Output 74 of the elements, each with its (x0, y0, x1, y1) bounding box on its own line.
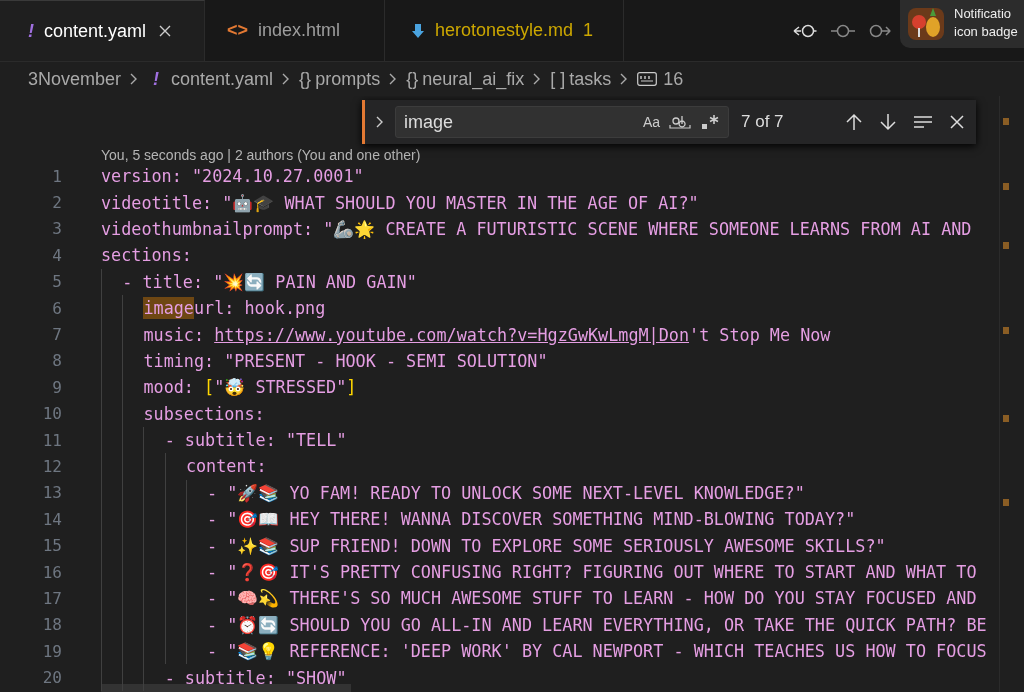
breadcrumb-icon: [ ] (550, 68, 566, 90)
download-icon (411, 22, 425, 39)
code-text: [ (204, 376, 215, 399)
whole-word-icon[interactable] (668, 113, 692, 131)
code-text: sections: (101, 244, 192, 267)
line-number: 4 (51, 245, 62, 265)
search-match: image (143, 297, 194, 320)
code-text: - "📚💡 REFERENCE: 'DEEP WORK' BY CAL NEWPORT - WHICH TEACHES US HOW TO FOCUS (207, 640, 987, 663)
breadcrumb-item[interactable]: tasks (569, 68, 612, 90)
line-number: 1 (51, 166, 62, 186)
search-field[interactable]: image Aa (395, 106, 729, 138)
code-text: - "🚀📚 YO FAM! READY TO UNLOCK SOME NEXT-LEVEL KNOWLEDGE?" (207, 481, 805, 504)
line-number: 7 (51, 325, 62, 345)
line-number: 3 (51, 219, 62, 239)
notification-text: icon badge (954, 23, 1018, 41)
notification-text: Notificatio (954, 5, 1013, 23)
arrow-down-icon[interactable] (878, 112, 898, 132)
blame-annotation[interactable]: You, 5 seconds ago | 2 authors (You and one other) (101, 147, 421, 163)
scrollbar-thumb[interactable] (101, 684, 351, 692)
code-text: timing: "PRESENT - HOOK - SEMI SOLUTION" (143, 349, 548, 372)
breadcrumb-icon: ! (153, 68, 160, 90)
close-icon[interactable] (948, 113, 966, 131)
code-text: subsections: (143, 402, 265, 425)
line-number: 20 (41, 668, 62, 688)
code-text: url: hook.png (193, 297, 326, 320)
line-number: 13 (41, 483, 62, 503)
code-text: music: (143, 323, 206, 346)
code-text: - "❓🎯 IT'S PRETTY CONFUSING RIGHT? FIGURING OUT WHERE TO START AND WHAT TO (207, 561, 977, 584)
code-text: - "🎯📖 HEY THERE! WANNA DISCOVER SOMETHING MIND-BLOWING TODAY?" (207, 508, 856, 531)
match-case-toggle[interactable]: Aa (642, 114, 660, 130)
arrow-up-icon[interactable] (844, 112, 864, 132)
line-number: 16 (41, 562, 62, 582)
breadcrumb-icon: {} (406, 68, 419, 90)
editor-tab[interactable]: ! content.yaml (0, 0, 205, 61)
code-text: 't Stop Me Now (689, 323, 831, 346)
code-text: ] (346, 376, 357, 399)
line-number: 17 (41, 588, 62, 608)
line-number: 19 (41, 641, 62, 661)
link[interactable]: https://www.youtube.com/watch?v=HgzGwKwLmgM|Don (214, 323, 690, 346)
line-number: 12 (41, 457, 62, 476)
breadcrumb-item[interactable]: neural_ai_fix (422, 68, 525, 90)
code-text: mood: (143, 376, 195, 399)
breadcrumb-item[interactable]: 3November (28, 68, 122, 90)
code-text: - "🧠💫 THERE'S SO MUCH AWESOME STUFF TO LEARN - HOW DO YOU STAY FOCUSED AND (207, 587, 977, 610)
line-number: 14 (41, 509, 62, 529)
line-number: 9 (51, 377, 62, 397)
line-number: 5 (51, 272, 62, 292)
line-number: 18 (41, 615, 62, 635)
code-text: - subtitle: "SHOW" (164, 666, 347, 689)
line-number: 6 (51, 298, 62, 318)
code-text: "🤯 STRESSED" (214, 376, 347, 399)
match-count: 7 of 7 (741, 112, 784, 132)
line-number: 2 (51, 193, 62, 213)
line-number: 8 (51, 351, 62, 371)
breadcrumb-item[interactable]: content.yaml (171, 68, 274, 90)
line-number: 11 (41, 430, 62, 450)
breadcrumb-icon: {} (299, 68, 312, 90)
code-text: - title: "💥🔄 PAIN AND GAIN" (122, 270, 417, 293)
line-number: 10 (41, 404, 62, 424)
code-text: version: "2024.10.27.0001" (101, 165, 364, 188)
text-field-icon (637, 72, 658, 86)
editor-tab[interactable]: <> index.html (205, 0, 385, 61)
editor-tab[interactable]: herotonestyle.md 1 (385, 0, 625, 61)
breadcrumb-item[interactable]: 16 (663, 68, 684, 90)
code-text: videotitle: "🤖🎓 WHAT SHOULD YOU MASTER IN THE AGE OF AI?" (101, 191, 699, 214)
line-number: 15 (41, 536, 62, 556)
breadcrumb-item[interactable]: prompts (315, 68, 381, 90)
code-text: - "⏰🔄 SHOULD YOU GO ALL-IN AND LEARN EVERYTHING, OR TAKE THE QUICK PATH? BE (207, 613, 987, 636)
code-text: content: (185, 455, 267, 478)
code-text: - subtitle: "TELL" (164, 429, 347, 452)
close-icon[interactable] (158, 24, 173, 38)
regex-icon[interactable] (700, 113, 720, 131)
code-text: - "✨📚 SUP FRIEND! DOWN TO EXPLORE SOME SERIOUSLY AWESOME SKILLS?" (207, 534, 886, 557)
code-text: videothumbnailprompt: "🦾🌟 CREATE A FUTURISTIC SCENE WHERE SOMEONE LEARNS FROM AI AND (101, 217, 972, 240)
